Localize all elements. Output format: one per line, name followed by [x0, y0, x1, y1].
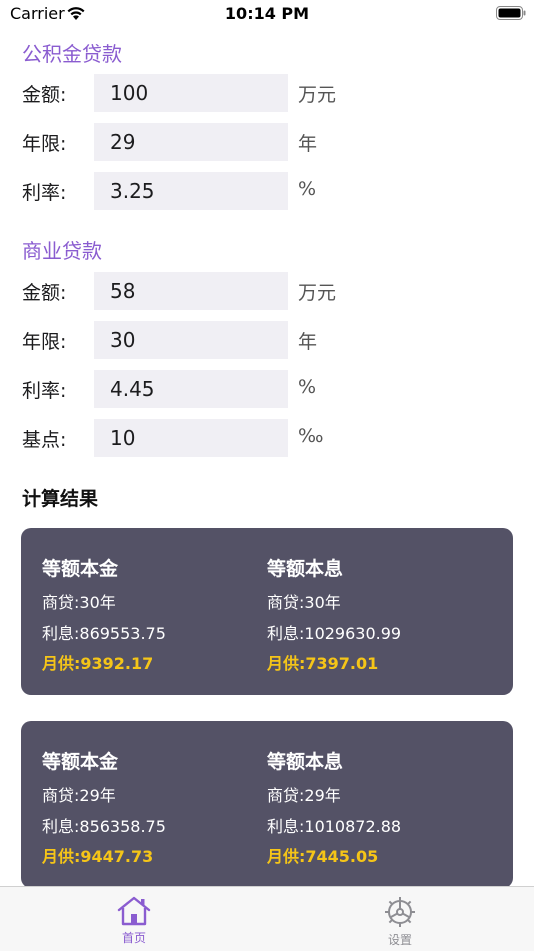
- loan-term: 商贷:29年: [267, 786, 341, 805]
- amount-label: 金额:: [22, 84, 67, 106]
- method-title: 等额本息: [267, 558, 344, 580]
- calculator-form[interactable]: 公积金贷款 金额: 100 万元 年限: 29 年 利率: 3.25 % 商业贷…: [0, 28, 534, 886]
- provident-years-input[interactable]: 29: [94, 123, 288, 161]
- years-unit: 年: [298, 331, 318, 353]
- rate-unit: %: [298, 178, 317, 200]
- status-bar: Carrier 10:14 PM: [0, 0, 534, 28]
- results-heading: 计算结果: [22, 488, 99, 510]
- tab-settings[interactable]: 设置: [340, 887, 460, 951]
- result-card: 等额本金 商贷:29年 利息:856358.75 月供:9447.73 等额本息…: [21, 721, 513, 886]
- total-interest: 利息:869553.75: [42, 624, 166, 643]
- basis-points-input[interactable]: 10: [94, 419, 288, 457]
- result-card: 等额本金 商贷:30年 利息:869553.75 月供:9392.17 等额本息…: [21, 528, 513, 695]
- provident-rate-row: 利率: 3.25 %: [22, 172, 502, 210]
- rate-label: 利率:: [22, 182, 67, 204]
- commercial-amount-input[interactable]: 58: [94, 272, 288, 310]
- provident-amount-row: 金额: 100 万元: [22, 74, 502, 112]
- tab-home-label: 首页: [121, 931, 146, 945]
- loan-term: 商贷:30年: [267, 593, 341, 612]
- clock: 10:14 PM: [224, 4, 310, 23]
- loan-term: 商贷:30年: [42, 593, 116, 612]
- commercial-years-row: 年限: 30 年: [22, 321, 502, 359]
- method-title: 等额本金: [42, 751, 119, 773]
- provident-rate-input[interactable]: 3.25: [94, 172, 288, 210]
- commercial-rate-input[interactable]: 4.45: [94, 370, 288, 408]
- commercial-amount-row: 金额: 58 万元: [22, 272, 502, 310]
- monthly-payment: 月供:7445.05: [267, 847, 379, 866]
- rate-label: 利率:: [22, 380, 67, 402]
- monthly-payment: 月供:9447.73: [42, 847, 154, 866]
- amount-unit: 万元: [298, 282, 337, 304]
- basis-points-label: 基点:: [22, 429, 67, 451]
- basis-points-unit: ‰: [298, 425, 324, 447]
- tab-bar: 首页 设置: [0, 886, 534, 951]
- commercial-basis-points-row: 基点: 10 ‰: [22, 419, 502, 457]
- method-title: 等额本息: [267, 751, 344, 773]
- provident-years-row: 年限: 29 年: [22, 123, 502, 161]
- years-label: 年限:: [22, 133, 67, 155]
- loan-term: 商贷:29年: [42, 786, 116, 805]
- total-interest: 利息:1029630.99: [267, 624, 402, 643]
- battery-icon: [496, 6, 526, 20]
- total-interest: 利息:856358.75: [42, 817, 166, 836]
- commercial-loan-title: 商业贷款: [22, 239, 102, 263]
- tab-home[interactable]: 首页: [74, 887, 194, 951]
- monthly-payment: 月供:9392.17: [42, 654, 154, 673]
- commercial-rate-row: 利率: 4.45 %: [22, 370, 502, 408]
- house-icon: [117, 896, 151, 926]
- commercial-years-input[interactable]: 30: [94, 321, 288, 359]
- provident-amount-input[interactable]: 100: [94, 74, 288, 112]
- tab-settings-label: 设置: [387, 933, 412, 947]
- monthly-payment: 月供:7397.01: [267, 654, 379, 673]
- total-interest: 利息:1010872.88: [267, 817, 402, 836]
- provident-fund-title: 公积金贷款: [22, 42, 122, 66]
- years-unit: 年: [298, 133, 318, 155]
- method-title: 等额本金: [42, 558, 119, 580]
- rate-unit: %: [298, 376, 317, 398]
- gear-icon: [385, 897, 415, 927]
- amount-label: 金额:: [22, 282, 67, 304]
- years-label: 年限:: [22, 331, 67, 353]
- amount-unit: 万元: [298, 84, 337, 106]
